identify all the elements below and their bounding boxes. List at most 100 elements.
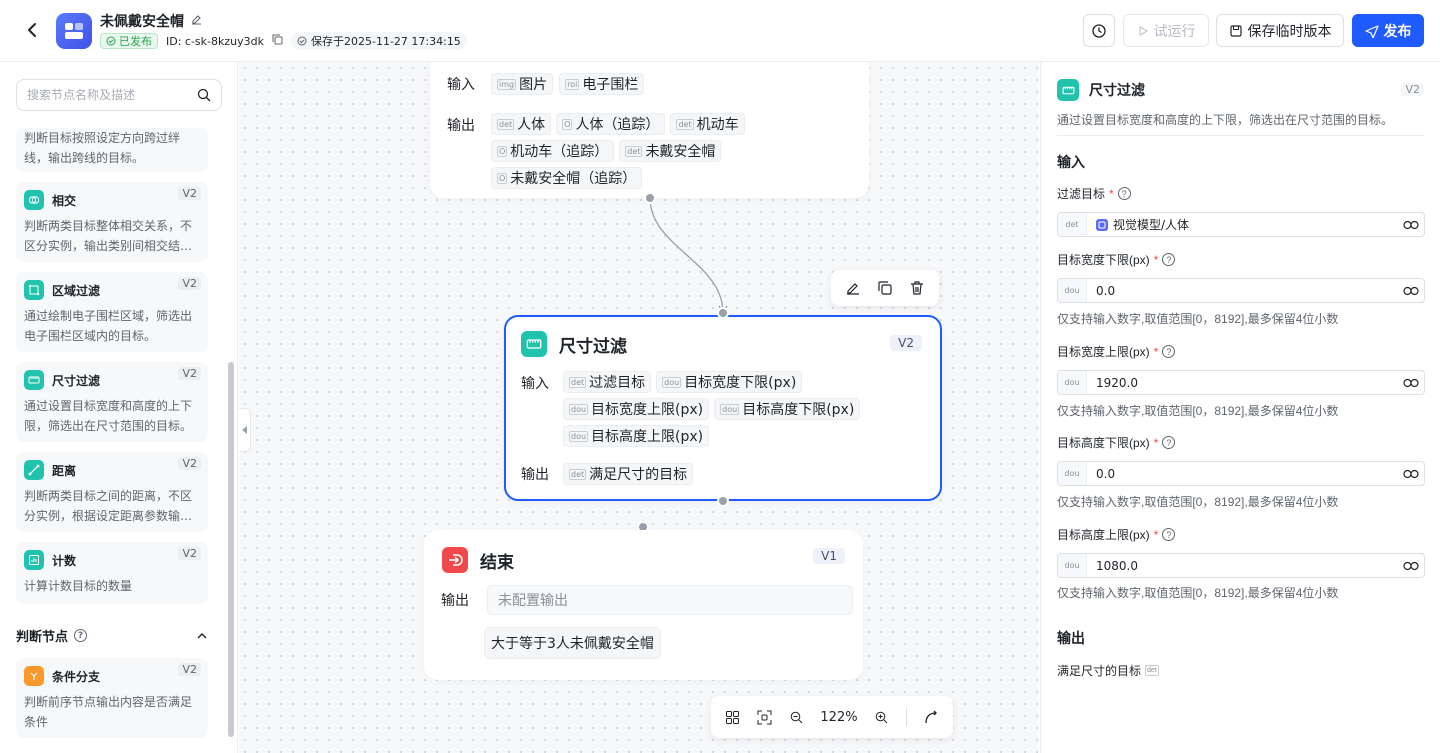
send-icon <box>1364 24 1379 38</box>
check-circle-icon <box>106 36 116 46</box>
app-logo-icon <box>56 13 92 49</box>
ruler-icon <box>1057 79 1079 101</box>
app-title-row: 未佩戴安全帽 <box>100 11 203 31</box>
back-icon[interactable] <box>22 20 42 40</box>
edit-icon[interactable] <box>845 280 861 296</box>
zoom-level: 122% <box>820 709 858 725</box>
output-chip: O 机动车（追踪） <box>491 140 615 162</box>
model-icon <box>1096 218 1108 231</box>
divider <box>905 708 907 726</box>
height-max-field[interactable]: dou 1080.0 <box>1057 553 1425 578</box>
field-label: 目标宽度下限(px) *? <box>1057 251 1176 268</box>
output-placeholder[interactable]: 未配置输出 <box>487 585 853 615</box>
filter-target-field[interactable]: det 视觉模型/人体 <box>1057 212 1425 237</box>
collapse-sidebar-handle[interactable] <box>239 408 251 452</box>
link-icon[interactable] <box>1398 286 1424 296</box>
help-icon[interactable]: ? <box>74 629 88 642</box>
input-chip: dou 目标宽度下限(px) <box>656 371 803 393</box>
filter-target-label: 过滤目标 *? <box>1057 185 1131 202</box>
link-icon[interactable] <box>1398 469 1424 479</box>
zoom-in-icon[interactable] <box>875 711 888 724</box>
curve-connector-icon[interactable] <box>924 710 939 725</box>
node-search[interactable] <box>16 79 222 111</box>
node-card-size-filter[interactable]: 尺寸过滤 V2 通过设置目标宽度和高度的上下限，筛选出在尺寸范围的目标。 <box>16 362 208 442</box>
output-port[interactable] <box>717 495 729 507</box>
node-card-distance[interactable]: 距离 V2 判断两类目标之间的距离，不区分实例，根据设定距离参数输… <box>16 452 208 532</box>
field-label: 目标高度下限(px) *? <box>1057 434 1176 451</box>
help-icon[interactable]: ? <box>1162 253 1176 266</box>
history-icon <box>1092 23 1106 38</box>
help-icon[interactable]: ? <box>1117 187 1131 200</box>
chevron-left-icon <box>241 426 247 434</box>
zoom-out-icon[interactable] <box>790 711 803 724</box>
check-circle-icon <box>297 36 307 46</box>
input-chip: dou 目标高度下限(px) <box>714 398 861 420</box>
top-header: 未佩戴安全帽 已发布 ID: c-sk-8kzuy3dk 保存于2025-11-… <box>0 0 1440 62</box>
history-button[interactable] <box>1083 14 1115 47</box>
end-node[interactable]: 结束 V1 输出 未配置输出 大于等于3人未佩戴安全帽 <box>424 530 863 680</box>
fit-view-icon[interactable] <box>757 710 772 725</box>
help-icon[interactable]: ? <box>1162 528 1176 541</box>
input-chip: det 过滤目标 <box>563 371 652 393</box>
save-icon <box>1229 24 1242 37</box>
distance-icon <box>24 460 44 480</box>
link-icon[interactable] <box>1398 220 1424 230</box>
app-meta: 已发布 ID: c-sk-8kzuy3dk 保存于2025-11-27 17:3… <box>100 32 467 50</box>
region-icon <box>24 280 44 300</box>
play-icon <box>1139 25 1148 36</box>
flow-canvas[interactable]: 输入 img 图片 roi 电子围栏 输出 det 人体 O 人体（追踪） det 机动车… <box>239 62 1039 753</box>
panel-header: 尺寸过滤 <box>1057 79 1145 101</box>
edit-icon[interactable] <box>190 13 203 30</box>
help-icon[interactable]: ? <box>1162 436 1176 449</box>
app-title: 未佩戴安全帽 <box>100 14 184 30</box>
node-toolbar <box>831 270 939 306</box>
search-input[interactable] <box>27 88 187 102</box>
publish-button[interactable]: 发布 <box>1352 14 1424 47</box>
chevron-up-icon[interactable] <box>196 632 208 640</box>
input-chip: dou 目标宽度上限(px) <box>563 398 710 420</box>
input-chip: roi 电子围栏 <box>559 73 645 95</box>
output-condition-chip: 大于等于3人未佩戴安全帽 <box>484 627 661 659</box>
search-icon[interactable] <box>197 88 211 102</box>
delete-icon[interactable] <box>909 280 925 296</box>
node-card-condition-branch[interactable]: 条件分支 V2 判断前序节点输出内容是否满足条件 <box>16 658 208 738</box>
end-icon <box>442 547 468 573</box>
output-chip: det 机动车 <box>670 113 745 135</box>
save-temp-version-button[interactable]: 保存临时版本 <box>1216 14 1344 47</box>
count-icon <box>24 550 44 570</box>
link-icon[interactable] <box>1398 378 1424 388</box>
section-header-judge[interactable]: 判断节点 ? <box>16 626 208 645</box>
width-max-field[interactable]: dou 1920.0 <box>1057 370 1425 395</box>
field-label: 目标高度上限(px) *? <box>1057 526 1176 543</box>
node-card-region-filter[interactable]: 区域过滤 V2 通过绘制电子围栏区域，筛选出电子围栏区域内的目标。 <box>16 272 208 352</box>
ruler-icon <box>24 370 44 390</box>
node-card-tripwire[interactable]: 判断目标按照设定方向跨过绊线，输出跨线的目标。 <box>16 128 208 172</box>
copy-icon[interactable] <box>272 34 283 48</box>
sidebar-scrollbar[interactable] <box>228 362 234 737</box>
intersect-icon <box>24 190 44 210</box>
width-min-field[interactable]: dou 0.0 <box>1057 278 1425 303</box>
status-badge: 已发布 <box>100 33 158 49</box>
node-card-count[interactable]: 计数 V2 计算计数目标的数量 <box>16 542 208 604</box>
field-label: 目标宽度上限(px) *? <box>1057 343 1176 360</box>
output-chip: O 未戴安全帽（追踪） <box>491 167 643 189</box>
height-min-field[interactable]: dou 0.0 <box>1057 461 1425 486</box>
output-item: 满足尺寸的目标 det <box>1057 664 1159 678</box>
input-chip: img 图片 <box>491 73 554 95</box>
divider <box>1057 135 1425 136</box>
grid-icon[interactable] <box>725 710 740 725</box>
link-icon[interactable] <box>1398 561 1424 571</box>
input-port[interactable] <box>717 307 729 319</box>
model-node[interactable]: 输入 img 图片 roi 电子围栏 输出 det 人体 O 人体（追踪） det 机动车… <box>430 62 869 198</box>
save-status: 保存于2025-11-27 17:34:15 <box>290 32 467 50</box>
ruler-icon <box>521 331 547 357</box>
output-port[interactable] <box>644 192 656 204</box>
test-run-button[interactable]: 试运行 <box>1123 14 1209 47</box>
node-library-sidebar: 判断目标按照设定方向跨过绊线，输出跨线的目标。 相交 V2 判断两类目标整体相交… <box>0 62 238 753</box>
properties-panel: 尺寸过滤 V2 通过设置目标宽度和高度的上下限，筛选出在尺寸范围的目标。 输入 … <box>1040 62 1440 753</box>
size-filter-node[interactable]: 尺寸过滤 V2 输入 det 过滤目标 dou 目标宽度下限(px) dou 目标宽度… <box>504 315 942 501</box>
help-icon[interactable]: ? <box>1162 345 1176 358</box>
node-card-intersect[interactable]: 相交 V2 判断两类目标整体相交关系，不区分实例，输出类别间相交结… <box>16 182 208 262</box>
output-chip: O 人体（追踪） <box>556 113 666 135</box>
copy-icon[interactable] <box>877 280 893 296</box>
